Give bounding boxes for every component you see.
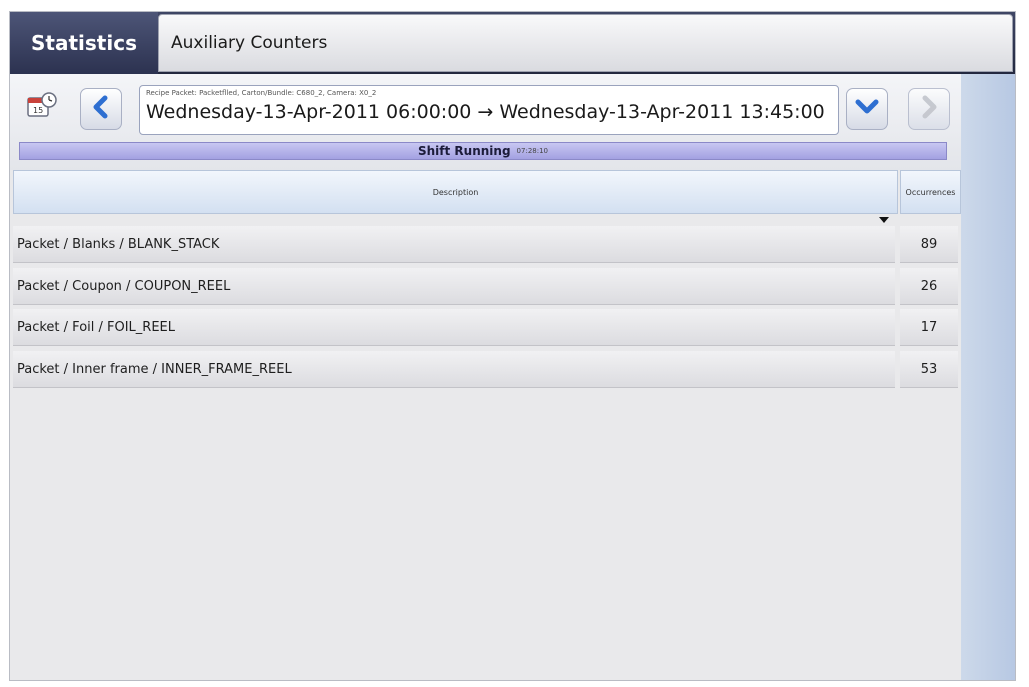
row-occurrences: 26	[900, 268, 958, 305]
date-range-text: Wednesday-13-Apr-2011 06:00:00 → Wednesd…	[146, 101, 825, 123]
sort-descending-icon	[879, 217, 889, 223]
row-occurrences: 89	[900, 226, 958, 263]
date-range-selector[interactable]: Recipe Packet: Packetflled, Carton/Bundl…	[139, 85, 839, 135]
row-description: Packet / Foil / FOIL_REEL	[13, 309, 895, 346]
calendar-button[interactable]: 15	[22, 90, 62, 126]
column-header-description[interactable]: Description	[13, 170, 898, 214]
toolbar: 15 Recipe Packet: Packetflled, Carton/Bu…	[10, 74, 1015, 170]
svg-text:15: 15	[33, 106, 43, 115]
calendar-clock-icon: 15	[25, 90, 59, 126]
side-panel-strip	[961, 74, 1015, 680]
tab-auxiliary-counters[interactable]: Auxiliary Counters	[158, 14, 1013, 72]
table-row[interactable]: Packet / Coupon / COUPON_REEL 26	[13, 268, 961, 305]
column-header-occurrences[interactable]: Occurrences	[900, 170, 961, 214]
date-range-dropdown-button[interactable]	[846, 88, 888, 130]
shift-elapsed-time: 07:28:10	[516, 147, 548, 155]
row-description: Packet / Inner frame / INNER_FRAME_REEL	[13, 351, 895, 388]
shift-status-label: Shift Running	[417, 144, 511, 158]
next-period-button[interactable]	[908, 88, 950, 130]
shift-status-bar: Shift Running 07:28:10	[19, 142, 947, 160]
row-description: Packet / Blanks / BLANK_STACK	[13, 226, 895, 263]
table-row[interactable]: Packet / Inner frame / INNER_FRAME_REEL …	[13, 351, 961, 388]
chevron-right-icon	[918, 95, 940, 123]
row-occurrences: 53	[900, 351, 958, 388]
chevron-down-icon	[855, 97, 879, 121]
table-row[interactable]: Packet / Foil / FOIL_REEL 17	[13, 309, 961, 346]
tab-statistics[interactable]: Statistics	[10, 12, 158, 74]
counters-table: Description Occurrences Packet / Blanks …	[10, 170, 961, 680]
statistics-window: Statistics Auxiliary Counters 15 Recipe …	[9, 11, 1016, 681]
chevron-left-icon	[90, 95, 112, 123]
row-occurrences: 17	[900, 309, 958, 346]
table-row[interactable]: Packet / Blanks / BLANK_STACK 89	[13, 226, 961, 263]
recipe-info: Recipe Packet: Packetflled, Carton/Bundl…	[146, 89, 377, 97]
previous-period-button[interactable]	[80, 88, 122, 130]
row-description: Packet / Coupon / COUPON_REEL	[13, 268, 895, 305]
title-bar: Statistics Auxiliary Counters	[10, 12, 1015, 74]
